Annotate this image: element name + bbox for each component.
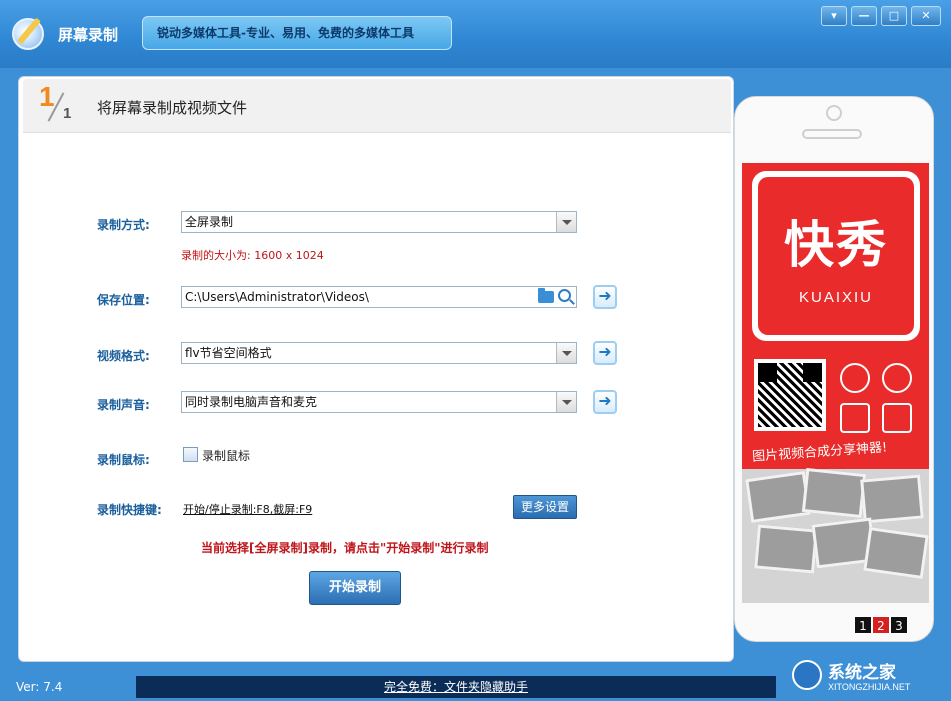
folder-icon[interactable] <box>538 288 554 303</box>
watermark-en: XITONGZHIJIA.NET <box>828 682 911 692</box>
chat-icon <box>840 363 870 393</box>
hotkey-link[interactable]: 开始/停止录制:F8,截屏:F9 <box>183 501 312 517</box>
user-icon <box>882 363 912 393</box>
phone-speaker <box>802 129 862 139</box>
minimize-button[interactable]: — <box>851 6 877 26</box>
watermark-cn: 系统之家 <box>828 663 896 683</box>
app-logo-icon <box>12 18 44 50</box>
bottom-bar: 完全免费：文件夹隐藏助手 <box>136 676 776 698</box>
step-header: 1 1 将屏幕录制成视频文件 <box>23 79 731 133</box>
ad-page-2[interactable]: 2 <box>872 616 890 634</box>
main-panel: 1 1 将屏幕录制成视频文件 录制方式: 全屏录制 录制的大小为: 1600 x… <box>18 76 734 662</box>
record-mode-label: 录制方式: <box>97 218 150 232</box>
video-format-arrow-icon[interactable]: ➜ <box>593 341 617 365</box>
slogan-banner: 锐动多媒体工具-专业、易用、免费的多媒体工具 <box>142 16 452 50</box>
camera-icon <box>882 403 912 433</box>
save-location-input[interactable]: C:\Users\Administrator\Videos\ <box>181 286 577 308</box>
ad-page-3[interactable]: 3 <box>890 616 908 634</box>
status-message: 当前选择[全屏录制]录制，请点击"开始录制"进行录制 <box>201 541 489 555</box>
watermark: 系统之家 XITONGZHIJIA.NET <box>792 656 948 698</box>
ad-page-1[interactable]: 1 <box>854 616 872 634</box>
record-size-note: 录制的大小为: 1600 x 1024 <box>181 249 324 262</box>
ad-pager: 1 2 3 <box>854 616 908 634</box>
save-location-value: C:\Users\Administrator\Videos\ <box>185 290 369 304</box>
app-title: 屏幕录制 <box>58 26 119 44</box>
video-format-select[interactable]: flv节省空间格式 <box>181 342 577 364</box>
title-bar: 屏幕录制 锐动多媒体工具-专业、易用、免费的多媒体工具 ▾ — □ ✕ <box>0 0 951 68</box>
phone-camera <box>826 105 842 121</box>
record-mouse-checkbox-label[interactable]: 录制鼠标 <box>202 447 250 464</box>
record-mode-value: 全屏录制 <box>185 215 234 229</box>
audio-select[interactable]: 同时录制电脑声音和麦克 <box>181 391 577 413</box>
open-folder-arrow-icon[interactable]: ➜ <box>593 285 617 309</box>
ad-screen[interactable]: 快秀 KUAIXIU 图片视频合成分享神器! <box>742 163 929 603</box>
image-icon <box>840 403 870 433</box>
start-recording-button[interactable]: 开始录制 <box>309 571 401 605</box>
ad-slogan: 图片视频合成分享神器! <box>751 440 888 465</box>
ad-photo-collage <box>742 467 929 603</box>
photo-frame <box>745 471 811 523</box>
folder-hide-helper-link[interactable]: 完全免费：文件夹隐藏助手 <box>384 680 528 694</box>
ad-phone-frame[interactable]: 快秀 KUAIXIU 图片视频合成分享神器! <box>734 96 934 642</box>
kuaixiu-logo: 快秀 KUAIXIU <box>752 171 920 341</box>
close-button[interactable]: ✕ <box>911 6 941 26</box>
more-settings-button[interactable]: 更多设置 <box>513 495 577 519</box>
chevron-down-icon[interactable] <box>556 392 576 412</box>
save-location-label: 保存位置: <box>97 293 150 307</box>
record-mouse-checkbox[interactable] <box>183 447 198 462</box>
chevron-down-icon[interactable] <box>556 212 576 232</box>
ad-brand-cn: 快秀 <box>784 216 888 274</box>
search-icon[interactable] <box>558 289 571 302</box>
step-title: 将屏幕录制成视频文件 <box>97 99 248 117</box>
photo-frame <box>863 527 929 579</box>
photo-frame <box>801 467 867 519</box>
audio-value: 同时录制电脑声音和麦克 <box>185 395 318 409</box>
qr-code <box>754 359 826 431</box>
photo-frame <box>860 474 924 524</box>
chevron-down-icon[interactable] <box>556 343 576 363</box>
photo-frame <box>754 524 818 574</box>
menu-dropdown-button[interactable]: ▾ <box>821 6 847 26</box>
ad-brand-en: KUAIXIU <box>798 289 873 306</box>
maximize-button[interactable]: □ <box>881 6 907 26</box>
step-total: 1 <box>63 105 72 122</box>
audio-label: 录制声音: <box>97 398 150 412</box>
audio-arrow-icon[interactable]: ➜ <box>593 390 617 414</box>
record-mode-select[interactable]: 全屏录制 <box>181 211 577 233</box>
video-format-value: flv节省空间格式 <box>185 346 272 360</box>
mouse-label: 录制鼠标: <box>97 453 150 467</box>
step-current: 1 <box>39 81 55 112</box>
video-format-label: 视频格式: <box>97 349 150 363</box>
watermark-logo-icon <box>792 660 822 690</box>
version-label: Ver: 7.4 <box>16 680 63 694</box>
hotkey-label: 录制快捷键: <box>97 503 162 517</box>
window-controls: ▾ — □ ✕ <box>821 6 941 26</box>
